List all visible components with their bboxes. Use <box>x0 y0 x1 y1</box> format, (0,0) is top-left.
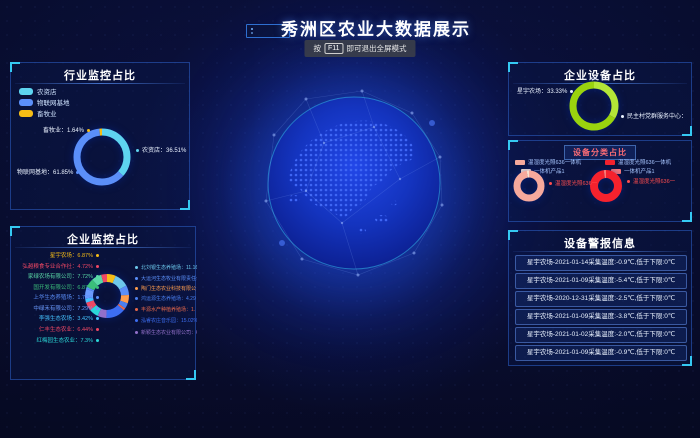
chart-label: 物联网基地：61.85% <box>17 167 82 176</box>
legend-item[interactable]: 畜牧业 <box>19 108 57 118</box>
legend-item[interactable]: 温湿度光照636一体机 <box>515 158 581 166</box>
legend-swatch <box>19 99 33 106</box>
device-ratio-donut-chart[interactable] <box>565 77 623 135</box>
title-divider <box>513 251 687 252</box>
f11-keycap: F11 <box>324 43 344 54</box>
chart-label: 畜牧业：1.64% <box>11 125 93 134</box>
chart-label: 温湿度光照636一 <box>549 179 597 187</box>
device-class-left-donut-chart[interactable] <box>509 166 549 206</box>
device-ratio-panel: 企业设备占比 星宇农场：33.33% 民主村党群服务中心： <box>508 62 692 136</box>
enterprise-label: 大运河生态牧业有限责任公 <box>135 275 197 282</box>
enterprise-label: 上华生态养殖场：1.72% <box>13 293 99 301</box>
globe-visualization <box>254 83 454 283</box>
enterprise-label: 国开发有限公司：6.87% <box>13 283 99 291</box>
legend-swatch <box>605 160 615 165</box>
enterprise-label: 陶门生态农业科技有限公 <box>135 285 196 292</box>
legend-label: 物联网基地 <box>37 97 70 107</box>
alarm-panel: 设备警报信息 星宇农场-2021-01-14采集温度:-0.9℃,低于下限:0℃… <box>508 230 692 366</box>
title-divider <box>15 83 185 84</box>
enterprise-monitor-panel: 企业监控占比 星宇农场：6.87% 弘越粮食专业合作社：4.72% 家绿农场有限… <box>10 226 196 380</box>
chart-label: 星宇农场：33.33% <box>517 86 573 95</box>
chart-label: 农资店：36.51% <box>133 145 186 154</box>
enterprise-label: 红梅园生态农业：7.3% <box>13 336 99 344</box>
legend-item[interactable]: 农资店 <box>19 86 57 96</box>
enterprise-label: 仁丰生态农业：6.44% <box>13 325 99 333</box>
alarm-row[interactable]: 星宇农场-2021-01-14采集温度:-0.9℃,低于下限:0℃ <box>515 255 687 271</box>
marker-dot <box>76 171 79 174</box>
legend-swatch <box>19 88 33 95</box>
enterprise-label: 中绿禾有限公司：7.29% <box>13 304 99 312</box>
enterprise-label: 泓睿农庄音乐园：15.02% <box>135 317 197 324</box>
enterprise-label: 弘越粮食专业合作社：4.72% <box>13 262 99 270</box>
legend-label: 畜牧业 <box>37 108 57 118</box>
legend-swatch <box>515 160 525 165</box>
panel-title: 设备警报信息 <box>509 235 691 251</box>
enterprise-label: 星宇农场：6.87% <box>13 251 99 259</box>
chart-label: 温湿度光照636一 <box>627 177 675 185</box>
legend-label: 农资店 <box>37 86 57 96</box>
alarm-row[interactable]: 星宇农场-2020-12-31采集温度:-2.5℃,低于下限:0℃ <box>515 291 687 307</box>
enterprise-label: 丰源水产种植养殖场：1. <box>135 306 195 313</box>
legend-label: 温湿度光照636一体机 <box>528 158 581 166</box>
enterprise-label: 北刘银生态养殖场：11.16% <box>135 264 197 271</box>
alarm-row[interactable]: 星宇农场-2021-01-09采集温度:-0.9℃,低于下限:0℃ <box>515 345 687 361</box>
title-divider <box>15 247 191 248</box>
marker-dot <box>136 149 139 152</box>
legend-item[interactable]: 物联网基地 <box>19 97 70 107</box>
panel-title: 企业监控占比 <box>11 231 195 247</box>
device-class-panel: 设备分类占比 温湿度光照636一体机 一体机产品1 温湿度光照636一体机 一体… <box>508 140 692 222</box>
chart-label-text: 农资店：36.51% <box>142 148 186 154</box>
enterprise-label: 新颖生态农业有限公司：6.879 <box>135 329 197 336</box>
panel-title: 行业监控占比 <box>11 67 189 83</box>
industry-monitor-panel: 行业监控占比 农资店 物联网基地 畜牧业 畜牧业：1.64% 农资店：36.51… <box>10 62 190 210</box>
chart-label: 民主村党群服务中心： <box>621 111 687 120</box>
chart-label-text: 物联网基地：61.85% <box>17 170 73 176</box>
page-title: 秀洲区农业大数据展示 <box>281 15 471 40</box>
alarm-row[interactable]: 星宇农场-2021-01-09采集温度:-3.8℃,低于下限:0℃ <box>515 309 687 325</box>
fullscreen-tip: 按 F11 即可退出全屏模式 <box>304 40 415 57</box>
alarm-row[interactable]: 星宇农场-2021-01-09采集温度:-5.4℃,低于下限:0℃ <box>515 273 687 289</box>
legend-swatch <box>19 110 33 117</box>
enterprise-label: 鸿运源生态养殖场：4.29 <box>135 295 196 302</box>
marker-dot <box>87 129 90 132</box>
enterprise-label: 李强生态农场：3.42% <box>13 314 99 322</box>
chart-label-text: 畜牧业：1.64% <box>43 128 84 134</box>
fullscreen-tip-prefix: 按 <box>313 43 321 54</box>
legend-label: 一体机产品1 <box>624 167 655 175</box>
alarm-row[interactable]: 星宇农场-2021-01-02采集温度:-2.0℃,低于下限:0℃ <box>515 327 687 343</box>
fullscreen-tip-suffix: 即可退出全屏模式 <box>347 43 407 54</box>
enterprise-label: 家绿农场有限公司：7.72% <box>13 272 99 280</box>
